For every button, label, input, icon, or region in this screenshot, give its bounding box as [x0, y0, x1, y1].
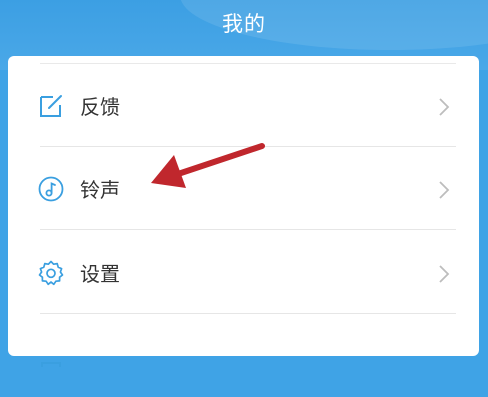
chevron-right-icon	[439, 181, 450, 199]
divider	[40, 229, 456, 230]
chevron-right-icon	[439, 98, 450, 116]
menu-card: 反馈 铃声 设置	[8, 56, 479, 367]
gear-icon	[38, 260, 64, 286]
music-note-icon	[38, 176, 64, 202]
menu-item-partial[interactable]	[8, 315, 479, 397]
menu-item-ringtone[interactable]: 铃声	[8, 147, 479, 229]
menu-item-label: 铃声	[80, 178, 120, 202]
menu-item-feedback[interactable]: 反馈	[8, 64, 479, 146]
chevron-right-icon	[439, 265, 450, 283]
menu-item-label: 反馈	[80, 95, 120, 119]
partial-item-icon	[41, 362, 61, 367]
menu-item-label: 设置	[80, 262, 120, 286]
edit-icon	[40, 95, 62, 117]
divider	[40, 313, 456, 314]
page-title: 我的	[222, 12, 266, 36]
menu-item-settings[interactable]: 设置	[8, 231, 479, 313]
